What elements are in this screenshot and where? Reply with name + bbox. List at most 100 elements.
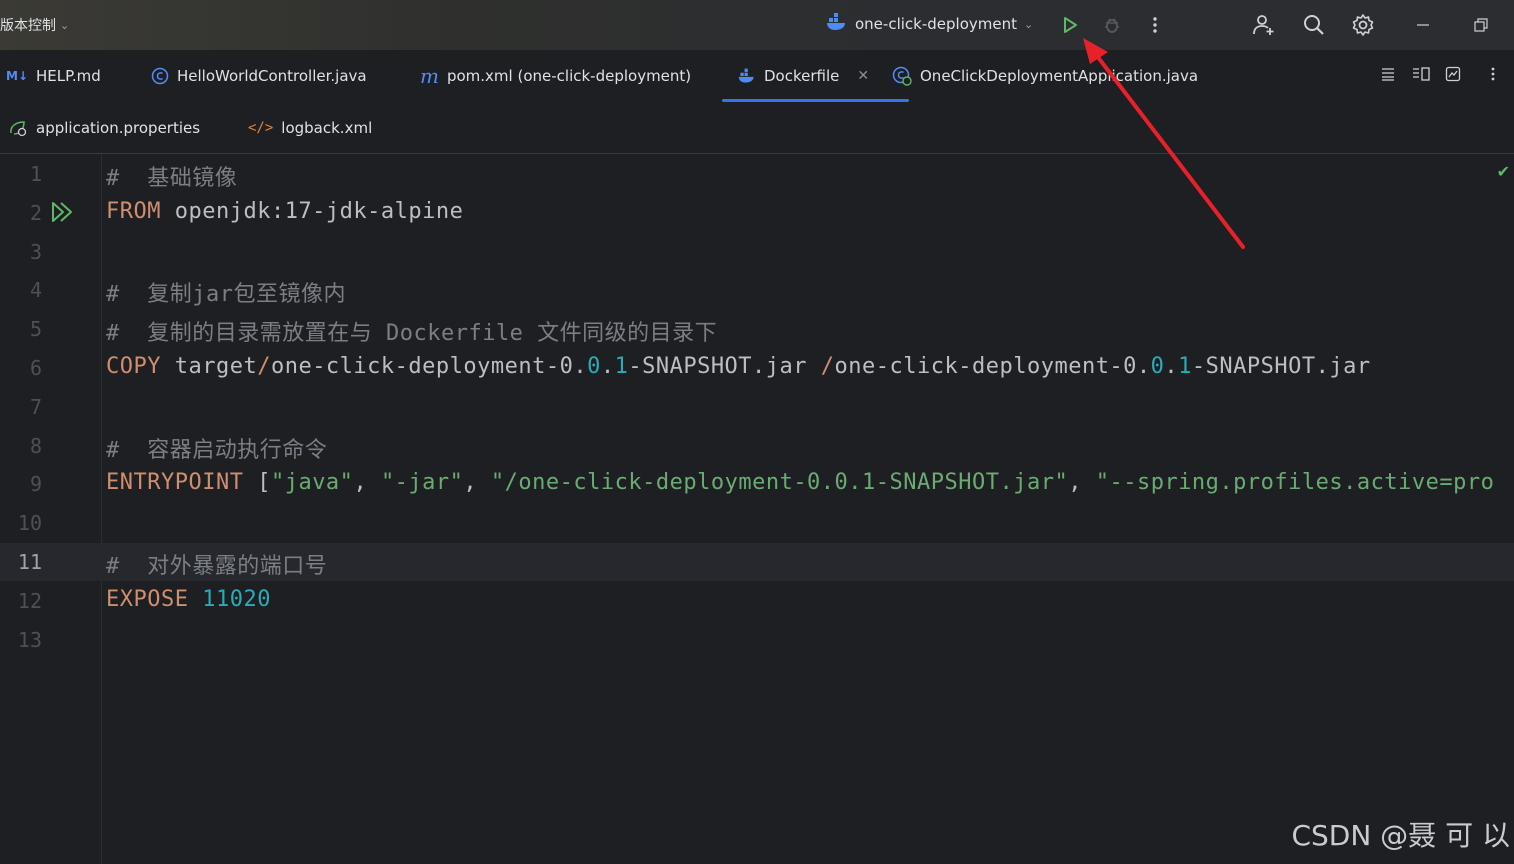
code-token: 11020 [202,586,271,612]
chevron-down-icon: ⌄ [60,18,70,32]
run-button[interactable] [1057,12,1083,38]
line-number[interactable]: 7 [0,395,42,419]
code-token: -SNAPSHOT.jar [1191,354,1371,379]
code-editor[interactable]: ✔ 1 # 基础镜像 2 FROM openjdk:17-jdk-alpine 3 4 # … [0,154,1514,864]
debug-button[interactable] [1099,12,1125,38]
code-line[interactable]: 2 FROM openjdk:17-jdk-alpine [0,194,1514,232]
tab-label: application.properties [36,118,201,137]
line-number[interactable]: 1 [0,162,42,186]
code-line[interactable]: 10 [0,504,1514,542]
line-number[interactable]: 5 [0,317,42,341]
tab-label: HELP.md [36,67,101,85]
tab-help-md[interactable]: M↓ HELP.md [6,50,101,102]
code-line[interactable]: 12 EXPOSE 11020 [0,582,1514,620]
tab-actions [1380,66,1505,86]
tab-pom-xml[interactable]: m pom.xml (one-click-deployment) [420,50,691,102]
run-config-label: one-click-deployment [855,15,1017,33]
code-text: # 复制jar包至镜像内 [106,276,346,308]
code-token: # 容器启动执行命令 [106,437,328,463]
structure-icon[interactable] [1412,66,1445,86]
code-line[interactable]: 5 # 复制的目录需放置在与 Dockerfile 文件同级的目录下 [0,310,1514,348]
code-token: COPY [106,354,161,379]
tab-label: pom.xml (one-click-deployment) [446,67,692,85]
code-token: ENTRYPOINT [106,470,244,496]
search-icon [1304,15,1324,35]
preview-icon[interactable] [1445,66,1485,86]
code-text: # 复制的目录需放置在与 Dockerfile 文件同级的目录下 [106,315,717,347]
code-line[interactable]: 7 [0,388,1514,426]
code-token: EXPOSE [106,586,189,612]
code-token: FROM [106,198,161,224]
code-line[interactable]: 11 # 对外暴露的端口号 [0,543,1514,581]
editor-tab-bar: M↓ HELP.md HelloWorldController.java m p… [0,50,1514,103]
code-line[interactable]: 6 COPY target/one-click-deployment-0.0.1-… [0,349,1514,387]
line-number[interactable]: 3 [0,240,42,264]
close-icon[interactable]: ✕ [857,68,869,84]
code-with-me-button[interactable] [1251,12,1277,38]
code-line[interactable]: 3 [0,233,1514,271]
tab-label: logback.xml [281,118,373,137]
more-vertical-icon [1153,17,1157,33]
more-actions-button[interactable] [1142,12,1168,38]
code-token: one-click-deployment-0. [270,354,588,379]
xml-icon: </> [248,119,274,136]
line-number[interactable]: 2 [0,201,42,225]
code-token: , [353,470,381,496]
line-number[interactable]: 6 [0,356,42,380]
line-number[interactable]: 4 [0,278,42,302]
settings-button[interactable] [1350,12,1376,38]
code-token: # 复制的目录需放置在与 Dockerfile 文件同级的目录下 [106,321,718,347]
tab-oneclickdeploymentapplication[interactable]: OneClickDeploymentApplication.java [892,50,1198,102]
code-line[interactable]: 4 # 复制jar包至镜像内 [0,271,1514,309]
line-number[interactable]: 11 [0,550,42,574]
code-token: . [600,354,615,379]
code-token: [ [243,470,271,496]
restore-button[interactable] [1468,12,1494,38]
tab-logback-xml[interactable]: </> logback.xml [248,102,372,153]
line-number[interactable]: 12 [0,589,42,613]
code-token: -SNAPSHOT.jar [628,354,821,379]
code-line[interactable]: 13 [0,621,1514,659]
code-token: 0 [1150,354,1165,379]
tab-application-properties[interactable]: application.properties [8,102,200,153]
tab-dockerfile[interactable]: Dockerfile ✕ [721,50,910,102]
code-token: "--spring.profiles.active=pro [1095,470,1495,496]
vcs-menu[interactable]: 版本控制 ⌄ [0,15,69,35]
run-gutter-icon[interactable] [50,200,76,228]
recent-files-icon[interactable] [1380,66,1412,86]
markdown-icon: M↓ [6,69,28,83]
tab-label: OneClickDeploymentApplication.java [920,67,1199,85]
bug-icon [1105,18,1119,33]
restore-icon [1474,18,1488,32]
minimize-button[interactable] [1410,12,1436,38]
code-line[interactable]: 8 # 容器启动执行命令 [0,427,1514,465]
code-text: EXPOSE 11020 [106,587,271,612]
line-number[interactable]: 10 [0,511,42,535]
code-token: "/one-click-deployment-0.0.1-SNAPSHOT.ja… [490,470,1069,496]
code-text: FROM openjdk:17-jdk-alpine [106,199,463,224]
code-line[interactable]: 1 # 基础镜像 [0,155,1514,193]
code-text: # 基础镜像 [106,160,237,192]
line-number[interactable]: 9 [0,472,42,496]
title-bar: 版本控制 ⌄ one-click-deployment ⌄ [0,0,1514,50]
code-token: . [1164,354,1179,379]
gear-icon [1352,14,1374,36]
tab-helloworldcontroller[interactable]: HelloWorldController.java [151,50,367,102]
tab-label: HelloWorldController.java [177,67,367,85]
tab-label: Dockerfile [764,67,840,85]
code-text: # 容器启动执行命令 [106,432,327,464]
line-number[interactable]: 13 [0,628,42,652]
code-text: # 对外暴露的端口号 [106,548,327,580]
search-button[interactable] [1301,12,1327,38]
code-token: , [1068,470,1096,496]
code-line[interactable]: 9 ENTRYPOINT ["java", "-jar", "/one-click… [0,465,1514,503]
code-token: / [820,354,835,379]
maven-icon: m [420,64,439,88]
code-token: 0 [587,354,601,379]
line-number[interactable]: 8 [0,434,42,458]
add-user-icon [1253,15,1274,35]
run-configuration-selector[interactable]: one-click-deployment ⌄ [826,13,1033,35]
more-vertical-icon[interactable] [1485,66,1505,86]
run-icon [1064,17,1077,33]
